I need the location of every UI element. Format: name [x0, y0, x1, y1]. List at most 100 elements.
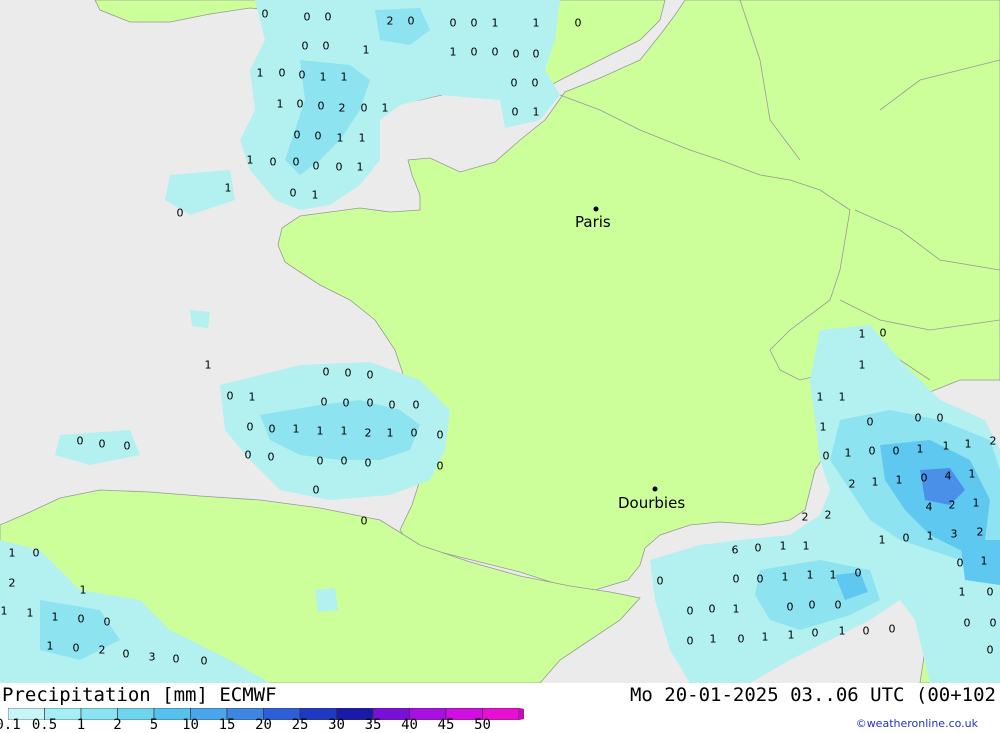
precip-value: 1	[47, 640, 54, 653]
precip-value: 1	[341, 425, 348, 438]
precip-value: 1	[879, 534, 886, 547]
precip-value: 0	[33, 547, 40, 560]
precip-value: 0	[413, 399, 420, 412]
precip-value: 0	[450, 17, 457, 30]
legend-title: Precipitation [mm] ECMWF	[2, 684, 277, 706]
precip-value: 0	[492, 46, 499, 59]
precip-value: 1	[9, 547, 16, 560]
precip-value: 2	[365, 427, 372, 440]
precip-value: 0	[361, 102, 368, 115]
color-scale-tick: 15	[218, 717, 236, 733]
color-scale-tick: 30	[328, 717, 345, 733]
precip-value: 1	[969, 468, 976, 481]
precip-value: 1	[387, 427, 394, 440]
precip-value: 0	[99, 438, 106, 451]
precip-value: 0	[532, 77, 539, 90]
precip-value: 0	[270, 156, 277, 169]
precip-value: 3	[951, 528, 958, 541]
color-scale-tick: 2	[113, 717, 122, 733]
precip-value: 1	[820, 421, 827, 434]
precip-value: 0	[809, 599, 816, 612]
precip-value: 0	[964, 617, 971, 630]
precip-value: 0	[787, 601, 794, 614]
precip-value: 2	[9, 577, 16, 590]
weather-map: 0 0 0 2 0 0 0 1 1 0 0 0 1 1 0 0 0 0 1 0 0 1 1 0 0 1 0 0 2 0 1 0 1 0 0 1 1 1 0 0…	[0, 0, 1000, 683]
precip-value: 0	[323, 366, 330, 379]
color-scale-tick: 45	[437, 717, 455, 733]
precip-value: 1	[80, 584, 87, 597]
precip-value: 0	[893, 445, 900, 458]
precip-value: 0	[738, 633, 745, 646]
precip-value: 0	[104, 616, 111, 629]
precip-value: 0	[863, 625, 870, 638]
precip-value: 0	[687, 605, 694, 618]
precip-value: 1	[927, 530, 934, 543]
precip-value: 0	[511, 77, 518, 90]
precip-value: 1	[382, 102, 389, 115]
precip-value: 2	[949, 499, 956, 512]
color-scale-tick: 20	[255, 717, 272, 733]
precip-value: 0	[471, 17, 478, 30]
precip-value: 0	[317, 455, 324, 468]
precip-value: 0	[889, 623, 896, 636]
precip-value: 0	[755, 542, 762, 555]
precip-value: 0	[245, 449, 252, 462]
precip-value: 1	[807, 569, 814, 582]
precip-value: 1	[896, 474, 903, 487]
precip-value: 0	[173, 653, 180, 666]
precip-value: 0	[336, 161, 343, 174]
precip-value: 1	[247, 154, 254, 167]
precip-value: 0	[262, 8, 269, 21]
precip-value: 4	[926, 501, 933, 514]
color-scale-tick: 25	[291, 717, 309, 733]
precip-value: 0	[471, 46, 478, 59]
precip-value: 0	[855, 567, 862, 580]
color-scale-tick: 5	[149, 717, 159, 733]
precip-value: 1	[533, 106, 540, 119]
precip-value: 1	[205, 359, 212, 372]
precip-value: 1	[359, 132, 366, 145]
precip-value: 0	[325, 11, 332, 24]
precip-value: 1	[341, 71, 348, 84]
precip-value: 0	[823, 450, 830, 463]
precip-value: 0	[533, 48, 540, 61]
precip-value: 1	[52, 611, 59, 624]
city-label-dourbies: Dourbies	[618, 494, 685, 512]
precip-value: 1	[733, 603, 740, 616]
precip-value: 6	[732, 544, 739, 557]
color-scale-labels: 0.10.5125101520253035404550	[0, 717, 520, 733]
precip-value: 1	[762, 631, 769, 644]
precip-value: 2	[802, 511, 809, 524]
precip-value: 2	[977, 526, 984, 539]
credit-link[interactable]: ©weatheronline.co.uk	[856, 717, 978, 730]
precip-value: 0	[512, 106, 519, 119]
precip-value: 1	[710, 633, 717, 646]
precip-value: 0	[867, 416, 874, 429]
precip-value: 1	[317, 425, 324, 438]
color-scale-tick: 35	[364, 717, 382, 733]
precip-value: 0	[915, 412, 922, 425]
precip-value: 0	[367, 397, 374, 410]
precip-value: 0	[247, 421, 254, 434]
precip-value: 1	[257, 67, 264, 80]
color-scale-tick: 0.5	[31, 717, 58, 733]
run-info: Mo 20-01-2025 03..06 UTC (00+102	[629, 684, 996, 706]
precip-value: 2	[387, 15, 394, 28]
precip-value: 0	[361, 515, 368, 528]
precip-value: 2	[990, 435, 997, 448]
precip-value: 1	[337, 132, 344, 145]
city-label-paris: Paris	[575, 213, 611, 231]
precip-value: 0	[869, 445, 876, 458]
precip-value: 0	[78, 613, 85, 626]
precip-value: 1	[803, 540, 810, 553]
precip-value: 0	[313, 484, 320, 497]
precip-value: 0	[575, 17, 582, 30]
precip-value: 0	[937, 412, 944, 425]
precip-value: 0	[321, 396, 328, 409]
precip-value: 0	[880, 327, 887, 340]
city-dot	[593, 206, 599, 212]
precip-value: 0	[921, 472, 928, 485]
precip-value: 0	[302, 40, 309, 53]
precip-value: 0	[367, 369, 374, 382]
precip-value: 1	[917, 443, 924, 456]
